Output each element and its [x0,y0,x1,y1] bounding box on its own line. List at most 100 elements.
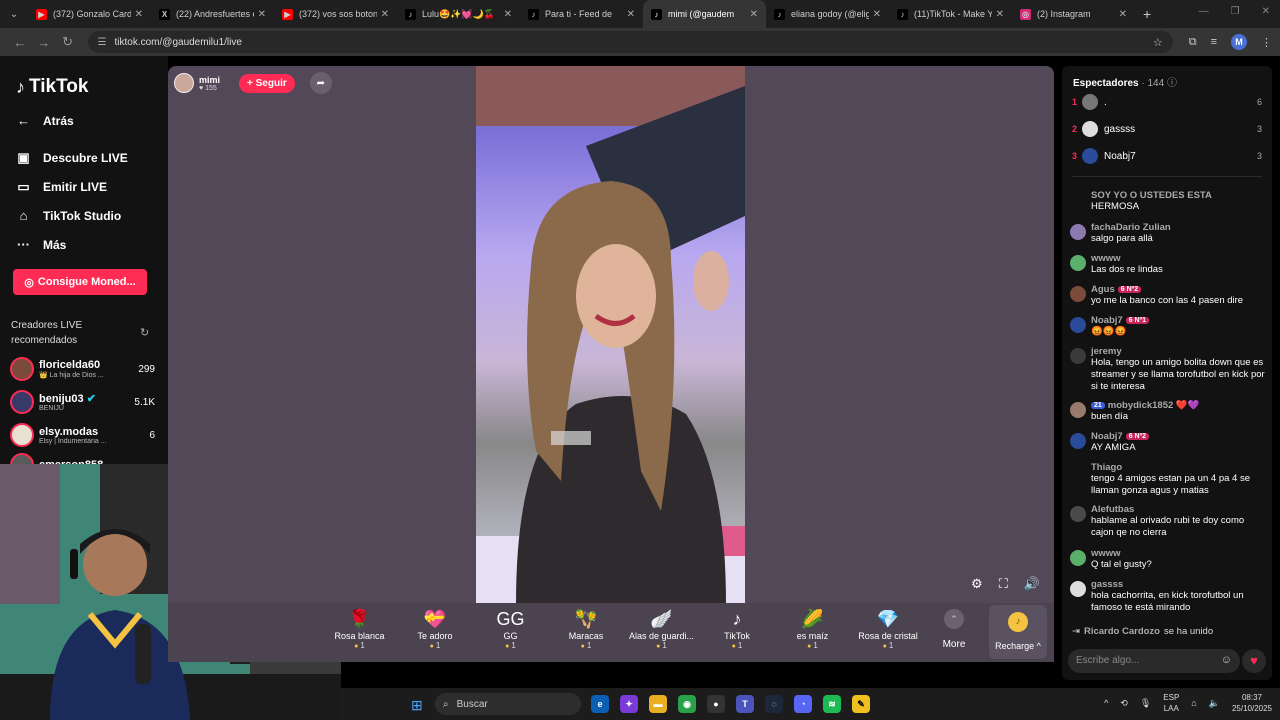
chat-input[interactable]: Escribe algo... ☺ [1068,649,1240,673]
browser-tab[interactable]: X (22) Andresfuertes er ✕ [151,0,274,28]
reading-list-icon[interactable]: ≡ [1211,36,1217,48]
chrome-icon[interactable]: ◉ [678,695,696,713]
close-window-icon[interactable]: ✕ [1262,6,1270,17]
fullscreen-icon[interactable]: ⛶ [999,576,1008,592]
like-heart-button[interactable]: ♥ [1242,649,1266,673]
chat-avatar[interactable] [1070,224,1086,240]
address-bar[interactable]: ☰ tiktok.com/@gaudemilu1/live ☆ [87,31,1173,53]
top-viewer[interactable]: 3 Noabj7 3 [1072,147,1262,165]
chat-avatar[interactable] [1070,348,1086,364]
network-icon[interactable]: ⟲ [1120,698,1128,709]
chat-avatar[interactable] [1070,317,1086,333]
chat-username[interactable]: fachaDario Zulian [1091,222,1171,233]
chat-avatar[interactable] [1070,402,1086,418]
language-indicator[interactable]: ESP LAA [1163,692,1179,714]
host-avatar[interactable] [174,73,194,93]
file-explorer-icon[interactable]: ▬ [649,695,667,713]
nav-mas[interactable]: ··· Más [16,237,66,252]
chat-avatar[interactable] [1070,581,1086,597]
nav-tiktok-studio[interactable]: ⌂ TikTok Studio [16,208,122,223]
browser-tab[interactable]: ◎ (2) Instagram ✕ [1012,0,1135,28]
close-tab-icon[interactable]: ✕ [627,9,635,20]
chat-avatar[interactable] [1070,433,1086,449]
live-video[interactable] [476,66,745,604]
browser-tab[interactable]: ♪ Lulu🤩✨💓🌙🍒 ✕ [397,0,520,28]
chat-username[interactable]: Alefutbas [1091,504,1134,515]
chat-username[interactable]: Thiago [1091,462,1122,473]
new-tab-button[interactable]: + [1143,6,1151,22]
follow-button[interactable]: + Seguir [239,73,295,93]
minimize-icon[interactable]: — [1199,6,1209,17]
gift-item[interactable]: 🌹 Rosa blanca1 [322,609,397,650]
close-tab-icon[interactable]: ✕ [996,9,1004,20]
gift-item[interactable]: 🪽 Alas de guardi...1 [624,609,699,650]
volume-icon[interactable]: 🔊 [1024,576,1040,592]
bookmark-star-icon[interactable]: ☆ [1153,36,1163,49]
close-tab-icon[interactable]: ✕ [873,9,881,20]
close-tab-icon[interactable]: ✕ [750,9,758,20]
browser-tab[interactable]: ▶ (372) Gonzalo Cardo ✕ [28,0,151,28]
maximize-icon[interactable]: ❐ [1231,6,1240,17]
forward-icon[interactable]: → [32,35,56,50]
windows-start-icon[interactable]: ⊞ [411,697,423,714]
close-tab-icon[interactable]: ✕ [135,9,143,20]
clock[interactable]: 08:37 25/10/2025 [1232,692,1272,714]
recommended-creator[interactable]: elsy.modas Elsy | Indumentaria ... 6 [10,422,155,448]
top-viewer[interactable]: 2 gassss 3 [1072,120,1262,138]
nav-emitir-live[interactable]: ▭ Emitir LIVE [16,179,107,195]
close-tab-icon[interactable]: ✕ [504,9,512,20]
settings-icon[interactable]: ⚙ [971,576,983,592]
close-tab-icon[interactable]: ✕ [381,9,389,20]
teams-icon[interactable]: T [736,695,754,713]
viewers-header[interactable]: Espectadores · 144 ⓘ [1073,74,1177,89]
chat-avatar[interactable] [1070,192,1086,208]
tiktok-logo[interactable]: ♪ TikTok [16,76,88,98]
gift-item[interactable]: 🌽 es maíz1 [775,609,850,650]
gift-item[interactable]: 💝 Te adoro1 [398,609,473,650]
github-icon[interactable]: ● [707,695,725,713]
profile-avatar[interactable]: M [1230,34,1247,50]
host-name[interactable]: mimi [199,75,220,85]
browser-tab[interactable]: ▶ (372) vos sos boton l ✕ [274,0,397,28]
chat-username[interactable]: wwww [1091,548,1121,559]
get-coins-button[interactable]: ◎ Consigue Moned... [13,269,147,295]
share-icon[interactable]: ➦ [309,72,332,94]
chat-username[interactable]: mobydick1852 ❤️💜 [1108,400,1200,411]
browser-tab[interactable]: ♪ Para ti - Feed de ✕ [520,0,643,28]
refresh-icon[interactable]: ↻ [140,326,149,339]
chat-username[interactable]: gassss [1091,579,1123,590]
back-icon[interactable]: ← [8,35,32,50]
microphone-icon[interactable]: 🎙 [1140,698,1151,709]
chat-username[interactable]: wwww [1091,253,1121,264]
chat-avatar[interactable] [1070,506,1086,522]
browser-tab[interactable]: ♪ (11)TikTok - Make Yo ✕ [889,0,1012,28]
discord-icon[interactable]: ◔ [794,695,812,713]
recommended-creator[interactable]: floricelda60 👑 La hija de Dios ... 299 [10,356,155,382]
chat-avatar[interactable] [1070,464,1086,480]
chat-username[interactable]: Agus [1091,284,1115,295]
spotify-icon[interactable]: ≋ [823,695,841,713]
tab-search-icon[interactable]: ⌄ [0,0,28,28]
chat-username[interactable]: Noabj7 [1091,315,1123,326]
chat-username[interactable]: SOY YO O USTEDES ESTA [1091,190,1212,201]
top-viewer[interactable]: 1.6 [1072,93,1262,111]
close-tab-icon[interactable]: ✕ [1119,9,1127,20]
chat-avatar[interactable] [1070,255,1086,271]
wifi-icon[interactable]: ⌂ [1191,698,1196,708]
browser-tab[interactable]: ♪ eliana godoy (@elig ✕ [766,0,889,28]
speaker-icon[interactable]: 🔈 [1209,698,1220,709]
extensions-icon[interactable]: ⧉ [1189,36,1197,49]
steam-icon[interactable]: ◌ [765,695,783,713]
chat-username[interactable]: jeremy [1091,346,1122,357]
site-info-icon[interactable]: ☰ [98,37,107,48]
back-link[interactable]: ← Atrás [16,113,74,128]
more-gifts-button[interactable]: ⌃ More [936,609,972,650]
chat-avatar[interactable] [1070,550,1086,566]
info-icon[interactable]: ⓘ [1167,78,1177,89]
menu-icon[interactable]: ⋮ [1261,36,1272,49]
emoji-icon[interactable]: ☺ [1221,654,1232,666]
edge-icon[interactable]: e [591,695,609,713]
app-icon[interactable]: ✎ [852,695,870,713]
chat-username[interactable]: Noabj7 [1091,431,1123,442]
taskbar-search[interactable]: ⌕ Buscar [435,693,581,715]
